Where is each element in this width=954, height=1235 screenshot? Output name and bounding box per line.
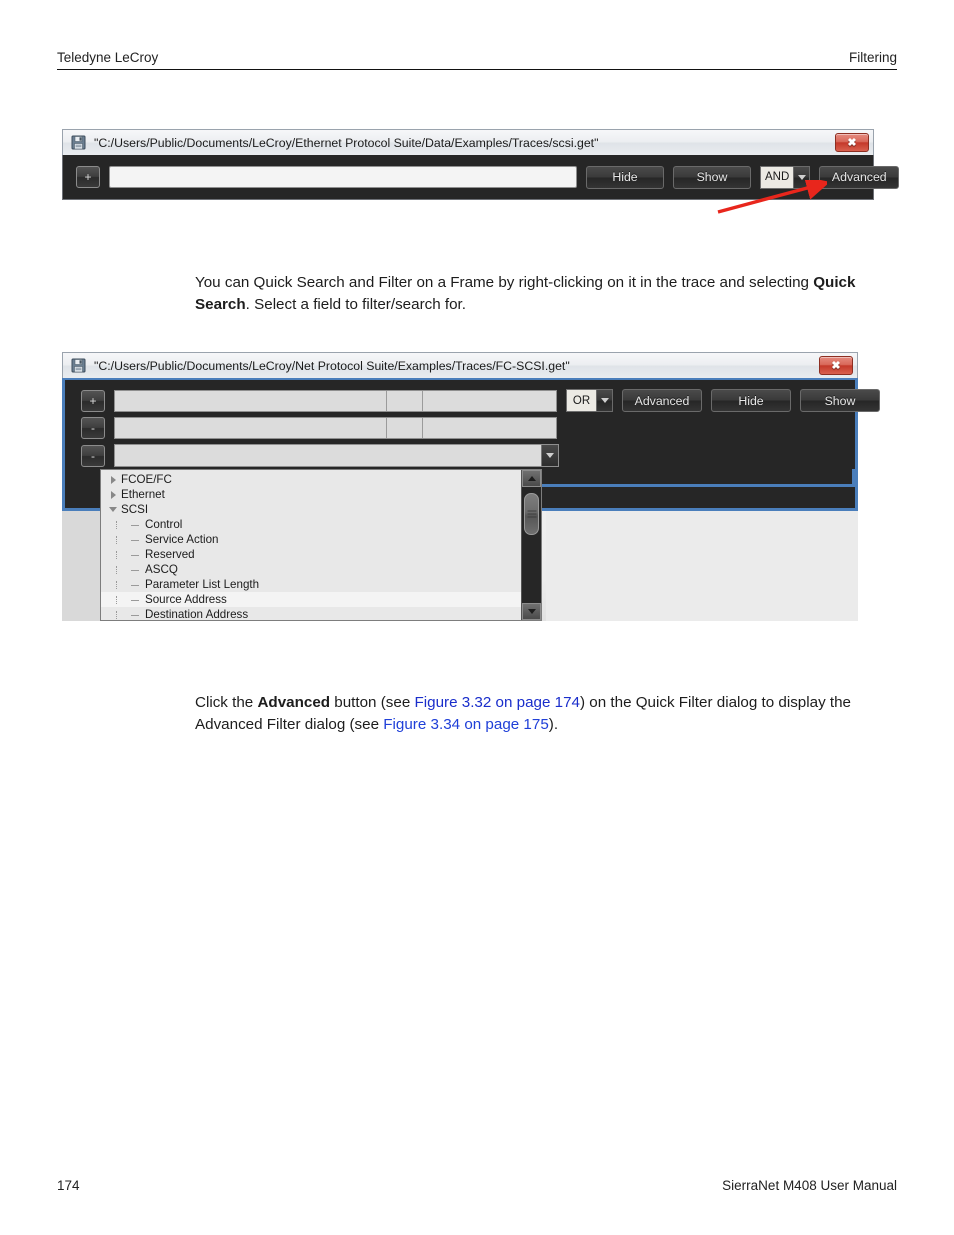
dialog-title-text: "C:/Users/Public/Documents/LeCroy/Net Pr…: [94, 358, 570, 373]
filter-operator-input[interactable]: [386, 418, 422, 438]
filter-value-input[interactable]: [422, 418, 556, 438]
hide-button[interactable]: Hide: [711, 389, 791, 412]
manual-title: SierraNet M408 User Manual: [722, 1178, 897, 1193]
dropdown-item-label: Control: [145, 518, 183, 531]
filter-field-input[interactable]: [115, 390, 386, 411]
filter-row-1: + OR Advanced Hide Show: [81, 389, 880, 412]
dialog-title-text: "C:/Users/Public/Documents/LeCroy/Ethern…: [94, 135, 599, 150]
logic-operator-dropdown[interactable]: AND: [760, 165, 811, 189]
para2-bold: Advanced: [257, 694, 331, 711]
hide-button[interactable]: Hide: [586, 165, 664, 189]
show-button[interactable]: Show: [800, 389, 880, 412]
header-company: Teledyne LeCroy: [57, 50, 159, 65]
dropdown-item-label: Ethernet: [121, 488, 165, 501]
remove-filter-row-button[interactable]: -: [81, 444, 105, 467]
filter-value-input[interactable]: [422, 390, 556, 411]
dropdown-item[interactable]: Control: [101, 517, 521, 532]
logic-operator-dropdown[interactable]: OR: [566, 389, 613, 412]
dropdown-item-label: Parameter List Length: [145, 578, 260, 591]
para2-part4: ).: [548, 716, 559, 734]
logic-operator-value: AND: [760, 165, 794, 189]
dropdown-item-label: Source Address: [145, 593, 227, 606]
para1-part1: You can Quick Search and Filter on a Fra…: [195, 274, 814, 291]
dropdown-item[interactable]: Destination Address: [101, 607, 521, 621]
remove-filter-row-button[interactable]: -: [81, 417, 105, 439]
dropdown-item[interactable]: Reserved: [101, 547, 521, 562]
add-filter-row-button[interactable]: +: [76, 166, 100, 188]
close-icon[interactable]: ✖: [835, 133, 869, 152]
para1-part2: . Select a field to filter/search for.: [245, 296, 466, 314]
chevron-down-icon[interactable]: [541, 445, 558, 466]
paragraph-advanced-filter: Click the Advanced button (see Figure 3.…: [195, 692, 857, 737]
field-select-dropdown-list[interactable]: FCOE/FC Ethernet SCSI Control Service Action…: [100, 469, 542, 621]
figure-link-332[interactable]: Figure 3.32 on page 174: [415, 694, 581, 711]
dropdown-item[interactable]: Source Address: [101, 592, 521, 607]
filter-operator-input[interactable]: [386, 390, 422, 411]
filter-row-3: -: [81, 444, 855, 467]
dropdown-scrollbar[interactable]: [521, 470, 541, 620]
application-icon: [71, 135, 86, 150]
chevron-down-icon[interactable]: [793, 165, 811, 189]
dropdown-item[interactable]: FCOE/FC: [101, 472, 521, 487]
scroll-up-icon[interactable]: [522, 470, 541, 487]
para2-part2: button (see: [330, 694, 415, 711]
dropdown-item-label: ASCQ: [145, 563, 178, 576]
dialog-titlebar: "C:/Users/Public/Documents/LeCroy/Net Pr…: [62, 352, 858, 378]
dropdown-item-label: Reserved: [145, 548, 195, 561]
expand-triangle-icon[interactable]: [105, 475, 121, 484]
filter-expression-input[interactable]: [109, 166, 577, 188]
scroll-down-icon[interactable]: [522, 603, 541, 620]
quick-filter-toolbar: + Hide Show AND Advanced: [62, 155, 900, 200]
dropdown-item[interactable]: ASCQ: [101, 562, 521, 577]
logic-operator-value: OR: [566, 389, 596, 412]
page-header: Teledyne LeCroy Filtering: [57, 50, 897, 70]
dropdown-item-label: FCOE/FC: [121, 473, 172, 486]
add-filter-row-button[interactable]: +: [81, 389, 105, 412]
header-section: Filtering: [848, 50, 897, 65]
field-select-combobox[interactable]: [114, 444, 559, 467]
collapse-triangle-icon[interactable]: [105, 507, 121, 512]
filter-field-input[interactable]: [115, 418, 386, 438]
show-button[interactable]: Show: [673, 165, 751, 189]
dropdown-items: FCOE/FC Ethernet SCSI Control Service Action…: [101, 470, 521, 620]
dropdown-item[interactable]: Ethernet: [101, 487, 521, 502]
scrollbar-track[interactable]: [522, 487, 541, 603]
dropdown-item-label: Service Action: [145, 533, 219, 546]
chevron-down-icon[interactable]: [596, 389, 613, 412]
dropdown-item[interactable]: Parameter List Length: [101, 577, 521, 592]
dialog-bottom-strip: [540, 469, 855, 487]
dropdown-item-label: SCSI: [121, 503, 149, 516]
advanced-button[interactable]: Advanced: [622, 389, 702, 412]
advanced-button[interactable]: Advanced: [819, 165, 900, 189]
filter-row-2-fields[interactable]: [114, 417, 557, 439]
paragraph-quick-search: You can Quick Search and Filter on a Fra…: [195, 272, 857, 317]
scrollbar-thumb[interactable]: [524, 493, 539, 535]
field-select-value: [115, 445, 541, 466]
application-icon: [71, 358, 86, 373]
page-footer: 174 SierraNet M408 User Manual: [57, 1178, 897, 1193]
close-icon[interactable]: ✖: [819, 356, 853, 375]
expand-triangle-icon[interactable]: [105, 490, 121, 499]
filter-row-2: -: [81, 417, 855, 439]
dropdown-item-label: Destination Address: [145, 608, 249, 621]
quick-filter-dialog: "C:/Users/Public/Documents/LeCroy/Ethern…: [62, 129, 900, 200]
figure-link-334[interactable]: Figure 3.34 on page 175: [383, 716, 549, 733]
para2-part1: Click the: [195, 694, 258, 711]
filter-row-1-fields[interactable]: [114, 389, 557, 412]
dropdown-item[interactable]: Service Action: [101, 532, 521, 547]
page-number: 174: [57, 1178, 80, 1193]
dropdown-item[interactable]: SCSI: [101, 502, 521, 517]
dialog-titlebar: "C:/Users/Public/Documents/LeCroy/Ethern…: [62, 129, 874, 155]
